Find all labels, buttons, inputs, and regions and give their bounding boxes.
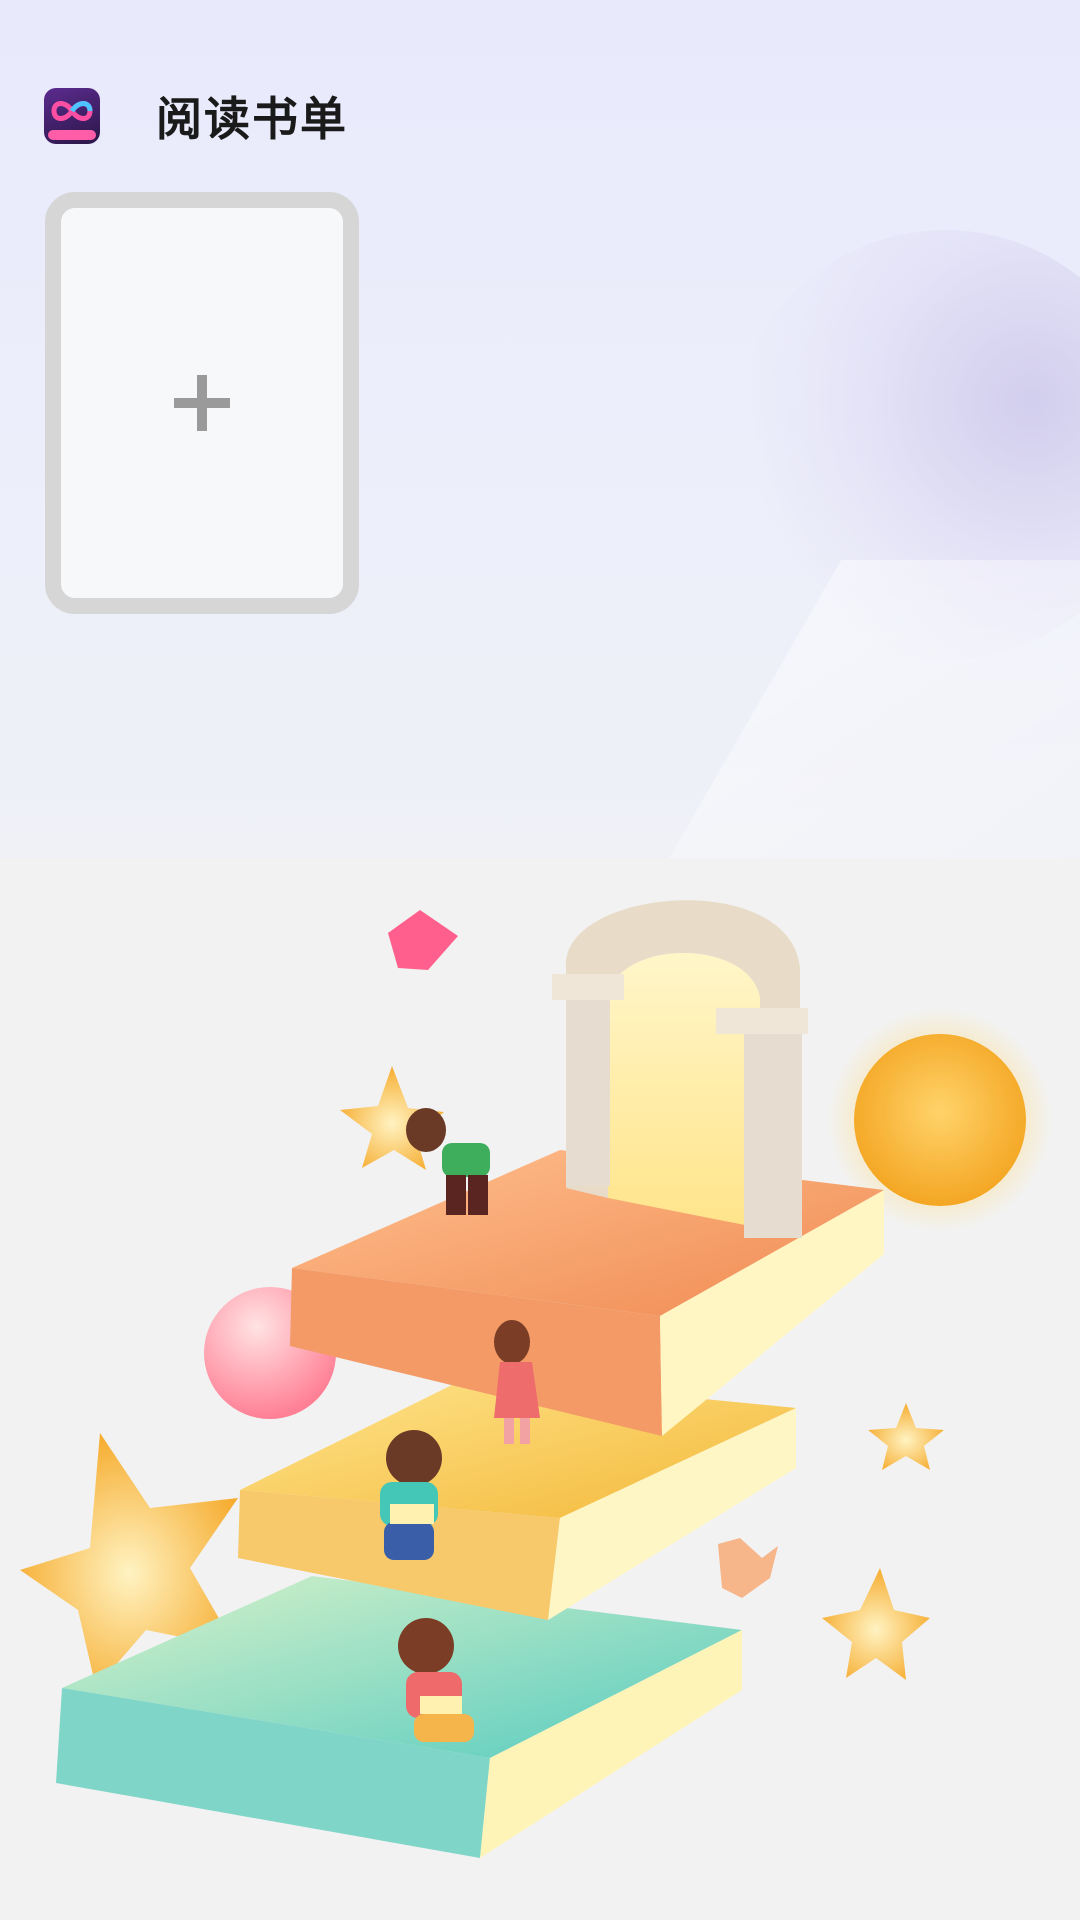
decorative-sheen (598, 560, 1080, 858)
floating-pink-page (388, 910, 458, 970)
star-small (868, 1403, 944, 1470)
page-title: 阅读书单 (156, 92, 348, 146)
arch-cap-right (716, 1008, 808, 1034)
moon (854, 1034, 1026, 1206)
child-teal (380, 1430, 442, 1560)
app-logo-icon (44, 88, 100, 144)
page-header: 阅读书单 (44, 86, 348, 146)
star-bottom (822, 1568, 930, 1680)
add-booklist-button[interactable] (45, 192, 359, 614)
arch-glow (608, 953, 760, 1228)
floating-orange-page (718, 1538, 778, 1598)
arch-pillar-left (566, 986, 610, 1186)
arch-pillar-right (744, 1016, 802, 1238)
plus-icon (174, 375, 230, 431)
arch-cap-left (552, 974, 624, 1000)
reading-illustration (20, 900, 1052, 1858)
